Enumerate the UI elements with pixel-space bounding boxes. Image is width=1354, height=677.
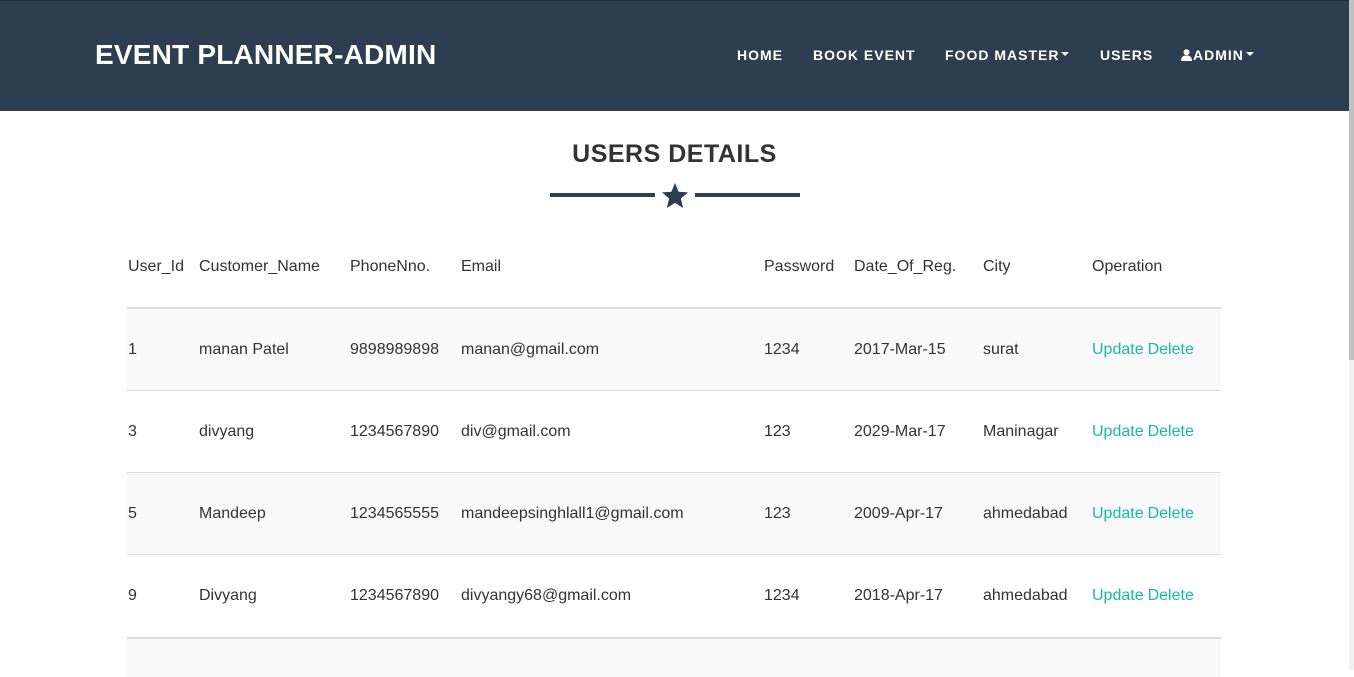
table-row: 1 manan Patel 9898989898 manan@gmail.com… [127,308,1221,390]
update-link[interactable]: Update [1092,423,1144,441]
date-cell: 2029-Mar-17 [854,422,946,440]
operation-cell: Update Delete [1092,555,1194,636]
nav-item-admin[interactable]: ADMIN [1181,47,1254,63]
city-cell: ahmedabad [983,504,1068,522]
delete-link[interactable]: Delete [1148,423,1194,441]
update-link[interactable]: Update [1092,505,1144,523]
phone-cell: 9898989898 [350,340,439,358]
caret-down-icon [1061,52,1070,57]
users-table: User_Id Customer_Name PhoneNno. Email Pa… [127,226,1221,636]
user-id-cell: 3 [128,422,137,440]
column-header: Customer_Name [199,257,320,275]
user-id-cell: 1 [128,340,137,358]
nav-item-admin-label: ADMIN [1193,47,1244,63]
navbar: EVENT PLANNER-ADMIN HOME BOOK EVENT FOOD… [0,0,1349,111]
update-link[interactable]: Update [1092,587,1144,605]
customer-name-cell: Divyang [199,586,257,604]
customer-name-cell: divyang [199,422,255,440]
date-cell: 2017-Mar-15 [854,340,946,358]
operation-cell: Update Delete [1092,391,1194,472]
column-header: Email [461,257,502,275]
brand-link[interactable]: EVENT PLANNER-ADMIN [95,39,436,71]
scrollbar-thumb[interactable] [1349,0,1354,360]
delete-link[interactable]: Delete [1148,587,1194,605]
date-cell: 2009-Apr-17 [854,504,943,522]
user-id-cell: 9 [128,586,137,604]
city-cell: ahmedabad [983,586,1068,604]
phone-cell: 1234567890 [350,422,439,440]
nav-item-book-event[interactable]: BOOK EVENT [813,47,916,63]
city-cell: Maninagar [983,422,1059,440]
operation-cell: Update Delete [1092,309,1194,390]
page-scrollbar[interactable] [1349,0,1354,670]
customer-name-cell: Mandeep [199,504,266,522]
table-header-row: User_Id Customer_Name PhoneNno. Email Pa… [127,226,1221,308]
user-icon [1181,49,1192,61]
table-row-partial [127,637,1221,677]
phone-cell: 1234565555 [350,504,439,522]
nav-item-food-master[interactable]: FOOD MASTER [945,47,1070,63]
column-header: Operation [1092,257,1163,275]
password-cell: 1234 [764,340,800,358]
table-row: 9 Divyang 1234567890 divyangy68@gmail.co… [127,554,1221,636]
column-header: Date_Of_Reg. [854,257,957,275]
delete-link[interactable]: Delete [1148,341,1194,359]
star-divider [550,182,800,210]
update-link[interactable]: Update [1092,341,1144,359]
phone-cell: 1234567890 [350,586,439,604]
column-header: Password [764,257,835,275]
user-id-cell: 5 [128,504,137,522]
email-cell: div@gmail.com [461,422,571,440]
date-cell: 2018-Apr-17 [854,586,943,604]
table-row: 5 Mandeep 1234565555 mandeepsinghlall1@g… [127,472,1221,554]
page-title: USERS DETAILS [572,140,777,168]
nav-item-home[interactable]: HOME [737,47,783,63]
nav-item-food-master-label: FOOD MASTER [945,47,1060,63]
divider-line-left [550,193,655,197]
email-cell: divyangy68@gmail.com [461,586,632,604]
customer-name-cell: manan Patel [199,340,289,358]
password-cell: 123 [764,422,791,440]
email-cell: mandeepsinghlall1@gmail.com [461,504,684,522]
password-cell: 123 [764,504,791,522]
divider-line-right [695,193,800,197]
delete-link[interactable]: Delete [1148,505,1194,523]
caret-down-icon [1245,52,1254,57]
email-cell: manan@gmail.com [461,340,600,358]
operation-cell: Update Delete [1092,473,1194,554]
password-cell: 1234 [764,586,800,604]
table-row: 3 divyang 1234567890 div@gmail.com 123 2… [127,390,1221,472]
nav-item-users[interactable]: USERS [1100,47,1153,63]
column-header: City [983,257,1011,275]
city-cell: surat [983,340,1019,358]
column-header: PhoneNno. [350,257,431,275]
star-icon [662,183,688,208]
column-header: User_Id [128,257,185,275]
